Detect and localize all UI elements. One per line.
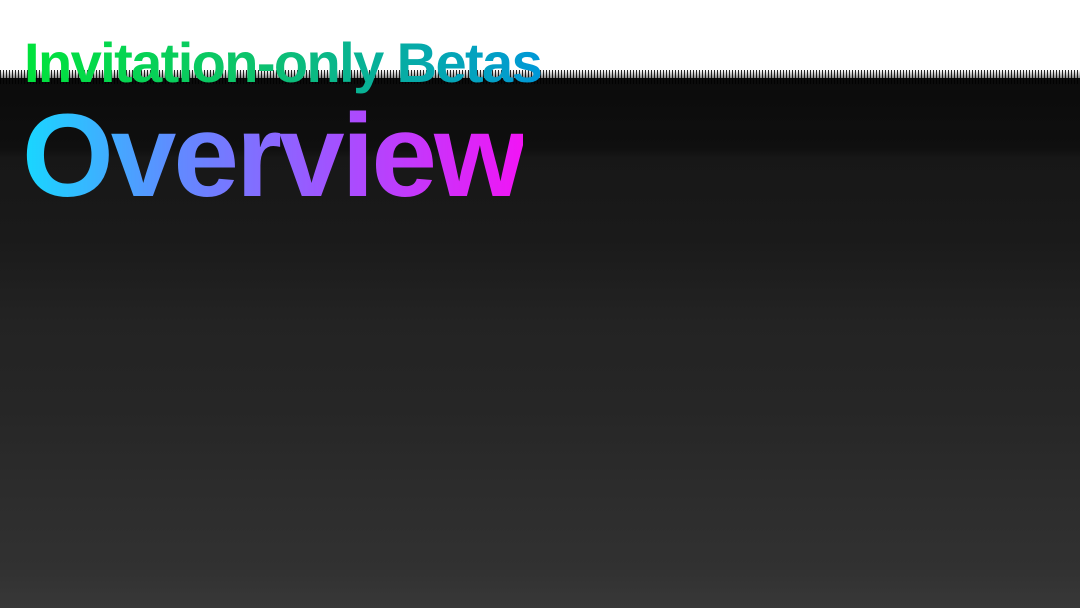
- slide-title: Overview: [22, 90, 526, 222]
- slide-kicker: Invitation-only Betas: [24, 31, 543, 94]
- slide-frame: Invitation-only Betas Overview: [0, 0, 1080, 608]
